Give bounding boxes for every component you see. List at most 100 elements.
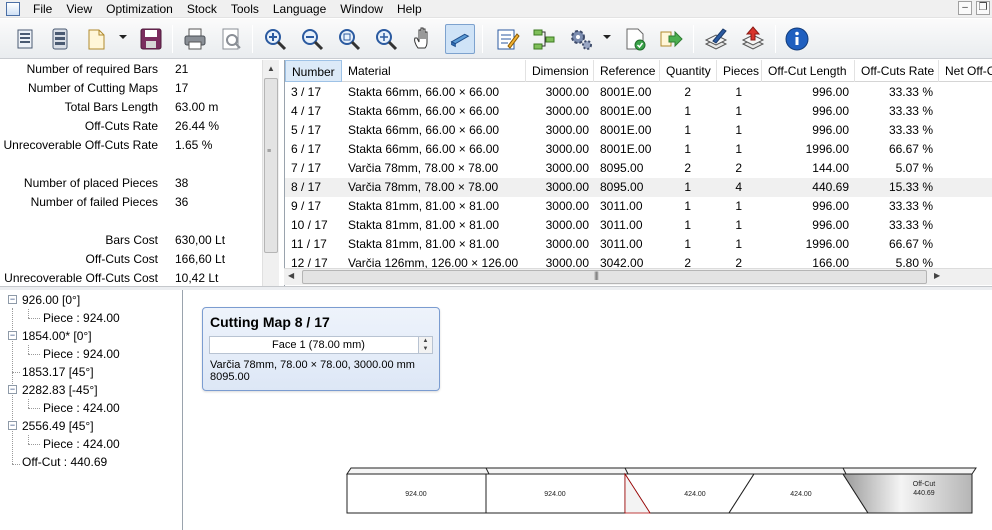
stat-unrecoverable-offcuts-rate: Unrecoverable Off-Cuts Rate 1.65 % <box>0 136 262 155</box>
face-spinner[interactable]: ▲ ▼ <box>418 337 432 353</box>
column-number[interactable]: Number <box>285 60 342 82</box>
cell-dimension: 3000.00 <box>545 161 589 175</box>
tree-node-cut[interactable]: 1854.00* [0°] <box>22 327 92 345</box>
tree-line <box>28 408 40 409</box>
print-icon[interactable] <box>180 24 210 54</box>
pan-hand-icon[interactable] <box>408 24 438 54</box>
menu-help[interactable]: Help <box>390 1 429 17</box>
stat-value: 166,60 Lt <box>175 252 226 266</box>
column-material[interactable]: Material <box>342 60 526 82</box>
tree-node-cut[interactable]: 2556.49 [45°] <box>22 417 94 435</box>
flow-settings-icon[interactable] <box>529 24 559 54</box>
stat-cutting-maps: Number of Cutting Maps 17 <box>0 79 262 98</box>
edit-notes-icon[interactable] <box>492 24 522 54</box>
cell-number: 5 / 17 <box>291 123 322 137</box>
tree-node-offcut[interactable]: Off-Cut : 440.69 <box>22 453 107 471</box>
cell-material: Stakta 81mm, 81.00 × 81.00 <box>348 218 500 232</box>
spin-up-icon[interactable]: ▲ <box>419 337 432 345</box>
column-net-offcuts[interactable]: Net Off-C <box>939 60 992 82</box>
piece-length-label: 924.00 <box>405 491 427 498</box>
list-view-icon[interactable] <box>45 24 75 54</box>
document-check-icon[interactable] <box>620 24 650 54</box>
table-row[interactable]: 3 / 17 Stakta 66mm, 66.00 × 66.00 3000.00 8… <box>285 83 992 102</box>
stat-label: Number of failed Pieces <box>30 195 158 209</box>
cell-number: 3 / 17 <box>291 85 322 99</box>
table-row[interactable]: 10 / 17 Stakta 81mm, 81.00 × 81.00 3000.00… <box>285 216 992 235</box>
stat-placed-pieces: Number of placed Pieces 38 <box>0 174 262 193</box>
table-row[interactable]: 4 / 17 Stakta 66mm, 66.00 × 66.00 3000.00 8… <box>285 102 992 121</box>
edit-stack-icon[interactable] <box>701 24 731 54</box>
tree-node-piece[interactable]: Piece : 924.00 <box>43 309 120 327</box>
menu-stock[interactable]: Stock <box>180 1 224 17</box>
stats-scrollbar[interactable]: ▲ ≡ <box>262 60 279 286</box>
minimize-icon[interactable]: – <box>958 1 972 15</box>
cell-dimension: 3000.00 <box>545 85 589 99</box>
cell-pieces: 1 <box>735 199 742 213</box>
bar-view-icon[interactable] <box>445 24 475 54</box>
toolbar-separator <box>775 25 776 53</box>
chevron-down-icon[interactable] <box>119 35 127 39</box>
spin-down-icon[interactable]: ▼ <box>419 345 432 353</box>
tree-node-cut[interactable]: 926.00 [0°] <box>22 291 80 309</box>
zoom-fit-icon[interactable] <box>371 24 401 54</box>
table-row[interactable]: 8 / 17 Varčia 78mm, 78.00 × 78.00 3000.00 8… <box>285 178 992 197</box>
stat-value: 1.65 % <box>175 138 213 152</box>
cell-pieces: 1 <box>735 218 742 232</box>
tree-node-piece[interactable]: Piece : 924.00 <box>43 345 120 363</box>
column-reference[interactable]: Reference <box>594 60 660 82</box>
new-document-icon[interactable] <box>10 24 40 54</box>
restore-icon[interactable]: ❐ <box>976 1 990 15</box>
column-offcuts-rate[interactable]: Off-Cuts Rate <box>855 60 939 82</box>
column-offcut-length[interactable]: Off-Cut Length <box>762 60 855 82</box>
collapse-icon[interactable]: − <box>8 421 17 430</box>
cell-offcut-length: 144.00 <box>812 161 849 175</box>
table-row[interactable]: 11 / 17 Stakta 81mm, 81.00 × 81.00 3000.00… <box>285 235 992 254</box>
menu-view[interactable]: View <box>59 1 99 17</box>
tree-node-piece[interactable]: Piece : 424.00 <box>43 435 120 453</box>
stat-label: Total Bars Length <box>64 100 158 114</box>
table-row[interactable]: 6 / 17 Stakta 66mm, 66.00 × 66.00 3000.00 8… <box>285 140 992 159</box>
cell-material: Stakta 66mm, 66.00 × 66.00 <box>348 85 500 99</box>
zoom-window-icon[interactable] <box>334 24 364 54</box>
column-pieces[interactable]: Pieces <box>717 60 762 82</box>
cell-offcut-length: 440.69 <box>812 180 849 194</box>
save-icon[interactable] <box>136 24 166 54</box>
cell-offcuts-rate: 33.33 % <box>888 199 933 213</box>
chevron-down-icon[interactable] <box>603 35 611 39</box>
upload-stack-icon[interactable] <box>738 24 768 54</box>
tree-node-piece[interactable]: Piece : 424.00 <box>43 399 120 417</box>
tree-node-cut[interactable]: 1853.17 [45°] <box>22 363 94 381</box>
scroll-right-icon[interactable]: ▶ <box>934 271 940 280</box>
scrollbar-thumb[interactable] <box>302 270 927 284</box>
collapse-icon[interactable]: − <box>8 295 17 304</box>
cell-quantity: 1 <box>684 237 691 251</box>
table-row[interactable]: 9 / 17 Stakta 81mm, 81.00 × 81.00 3000.00 3… <box>285 197 992 216</box>
scroll-left-icon[interactable]: ◀ <box>288 271 294 280</box>
gears-icon[interactable] <box>566 24 596 54</box>
face-selector[interactable]: Face 1 (78.00 mm) ▲ ▼ <box>209 336 433 354</box>
column-dimension[interactable]: Dimension <box>526 60 594 82</box>
app-icon[interactable] <box>6 1 20 16</box>
cell-offcuts-rate: 33.33 % <box>888 218 933 232</box>
menu-tools[interactable]: Tools <box>224 1 266 17</box>
scroll-up-icon[interactable]: ▲ <box>263 60 279 77</box>
table-row[interactable]: 7 / 17 Varčia 78mm, 78.00 × 78.00 3000.00 8… <box>285 159 992 178</box>
menu-optimization[interactable]: Optimization <box>99 1 180 17</box>
open-folder-icon[interactable] <box>82 24 112 54</box>
table-row[interactable]: 5 / 17 Stakta 66mm, 66.00 × 66.00 3000.00 8… <box>285 121 992 140</box>
cutting-map-canvas[interactable]: Cutting Map 8 / 17 Face 1 (78.00 mm) ▲ ▼… <box>184 290 992 530</box>
info-icon[interactable] <box>782 24 812 54</box>
zoom-out-icon[interactable] <box>297 24 327 54</box>
zoom-in-icon[interactable] <box>260 24 290 54</box>
menu-window[interactable]: Window <box>333 1 390 17</box>
print-preview-icon[interactable] <box>216 24 246 54</box>
scrollbar-thumb[interactable] <box>264 78 278 253</box>
table-horizontal-scrollbar[interactable]: ◀ ||| ▶ <box>284 268 992 285</box>
column-quantity[interactable]: Quantity <box>660 60 717 82</box>
menu-language[interactable]: Language <box>266 1 333 17</box>
menu-file[interactable]: File <box>26 1 59 17</box>
export-arrow-icon[interactable] <box>656 24 686 54</box>
tree-node-cut[interactable]: 2282.83 [-45°] <box>22 381 98 399</box>
collapse-icon[interactable]: − <box>8 385 17 394</box>
collapse-icon[interactable]: − <box>8 331 17 340</box>
